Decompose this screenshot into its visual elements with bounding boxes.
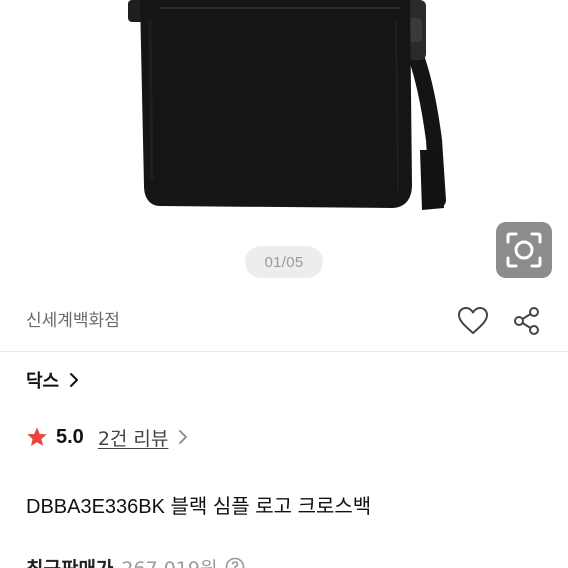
chevron-right-icon xyxy=(179,430,188,444)
image-search-button[interactable] xyxy=(496,222,552,278)
product-image-gallery[interactable]: 01/05 xyxy=(0,0,568,295)
price-row: 최근판매가 267,019원 xyxy=(26,552,245,568)
review-link[interactable]: 2건 리뷰 xyxy=(98,424,189,451)
review-count: 2건 리뷰 xyxy=(97,427,169,450)
chevron-right-icon xyxy=(70,373,79,387)
question-circle-icon[interactable] xyxy=(225,557,245,568)
page-indicator: 01/05 xyxy=(245,246,323,278)
seller-name: 신세계백화점 xyxy=(26,311,120,331)
rating-value: 5.0 xyxy=(56,425,84,448)
brand-name: 닥스 xyxy=(26,371,60,392)
star-icon xyxy=(26,426,48,448)
camera-lens-icon xyxy=(506,232,542,268)
wishlist-button[interactable] xyxy=(456,304,490,338)
seller-row: 신세계백화점 xyxy=(0,296,568,352)
brand-link[interactable]: 닥스 xyxy=(26,366,79,394)
share-button[interactable] xyxy=(510,304,544,338)
heart-icon xyxy=(458,307,488,334)
recent-price-value: 267,019원 xyxy=(121,554,217,568)
rating-row: 5.0 2건 리뷰 xyxy=(26,422,188,452)
recent-price-label: 최근판매가 xyxy=(26,554,113,568)
product-title: DBBA3E336BK 블랙 심플 로고 크로스백 xyxy=(26,496,372,518)
share-icon xyxy=(514,307,539,335)
